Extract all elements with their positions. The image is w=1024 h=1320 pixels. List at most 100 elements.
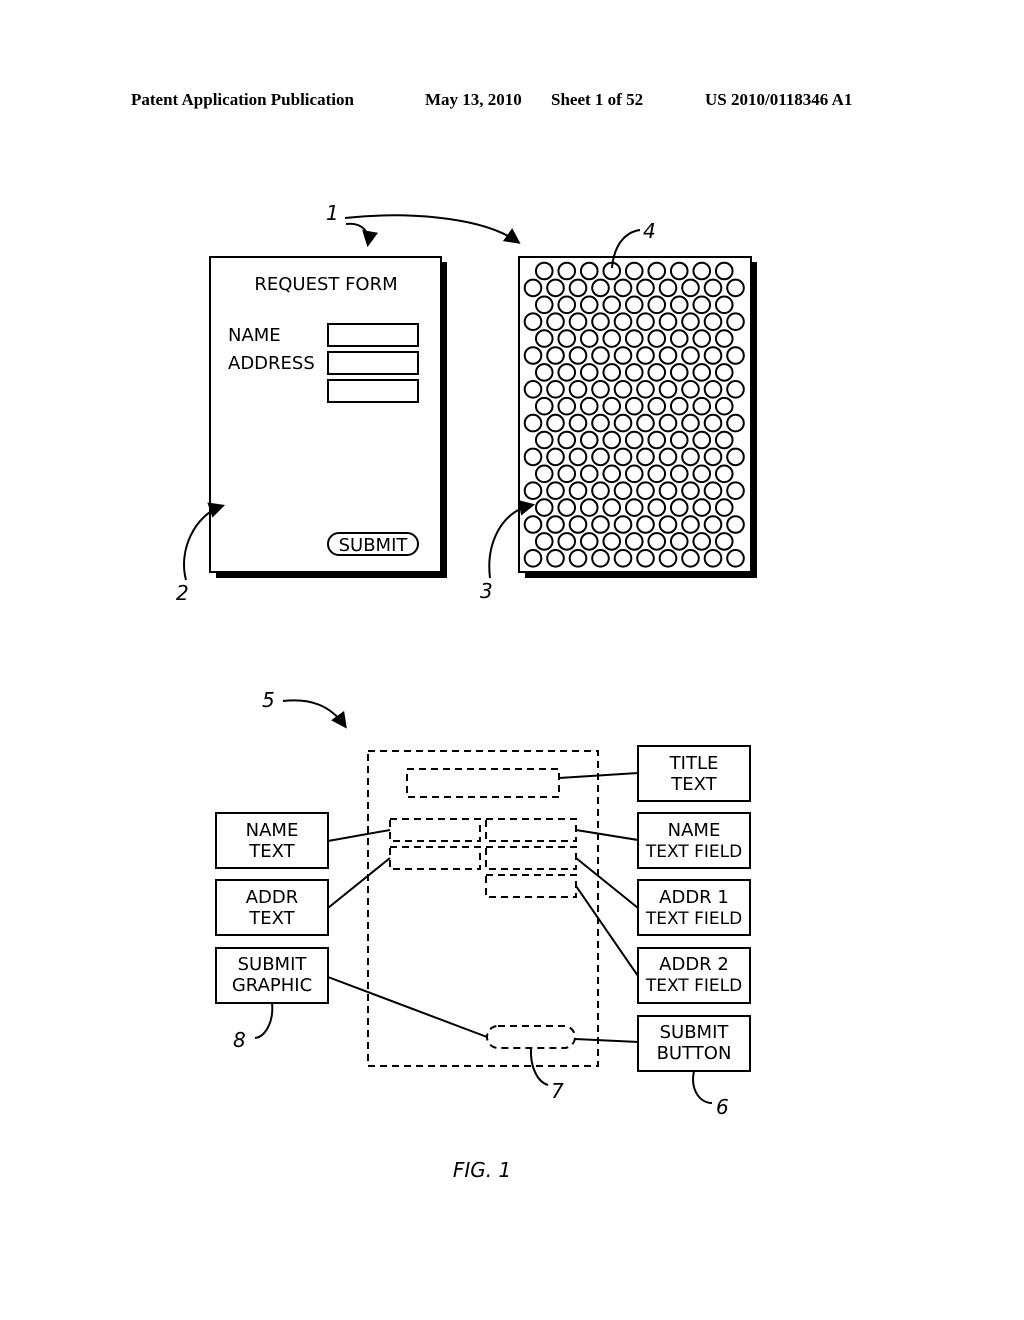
connector-name-field (575, 829, 639, 841)
coded-dot (557, 498, 577, 517)
coded-dot (681, 278, 700, 298)
coded-dot (703, 481, 723, 501)
ref-5-arrow (282, 699, 347, 729)
right-label-boxes: TITLE TEXT NAME TEXT FIELD ADDR 1 TEXT F… (637, 745, 751, 1072)
coded-dot (658, 549, 678, 568)
coded-dot (647, 430, 667, 450)
label-title-text-line2: TEXT (670, 774, 717, 795)
coded-dot (602, 430, 622, 450)
coded-dot (647, 261, 667, 281)
label-submit-graphic-line2: GRAPHIC (232, 975, 312, 996)
coded-dot (557, 363, 577, 382)
coded-dot (546, 312, 565, 332)
coded-dot (703, 346, 723, 365)
coded-dot (636, 312, 655, 332)
coded-dot (534, 329, 554, 348)
coded-dot (546, 549, 565, 568)
coded-dot (546, 380, 565, 399)
coded-dot (534, 295, 554, 315)
coded-dot (669, 261, 689, 281)
ref-label-7: 7 (551, 1079, 564, 1103)
coded-dot (591, 515, 610, 534)
coded-dot (636, 380, 655, 399)
coded-dot (602, 329, 622, 348)
coded-dot (703, 278, 723, 298)
coded-dot (647, 464, 667, 484)
coded-dot (681, 447, 700, 467)
ref-label-5: 5 (262, 688, 275, 712)
ref-label-3: 3 (480, 579, 493, 603)
coded-dot (557, 261, 577, 281)
coded-dot (681, 312, 700, 332)
label-addr2-field-line2: TEXT FIELD (645, 976, 742, 996)
coded-dot (534, 363, 554, 382)
coded-dot (714, 396, 734, 416)
coded-dot (591, 278, 610, 298)
connector-addr-text (327, 857, 391, 909)
coded-dot (692, 532, 712, 551)
form-page-sheet (209, 256, 442, 573)
coded-dot (692, 295, 712, 315)
ref-label-1: 1 (326, 201, 339, 225)
label-name-text-line2: TEXT (248, 841, 295, 862)
coded-dot (523, 380, 543, 399)
coded-dot (636, 278, 655, 298)
coded-dot (636, 549, 655, 568)
addr1-field-region (485, 846, 577, 870)
ref-label-6: 6 (716, 1095, 729, 1119)
name-field-region (485, 818, 577, 842)
coded-dot (557, 532, 577, 551)
coded-dot (579, 430, 599, 450)
coded-dot (726, 346, 745, 365)
coded-dot (669, 464, 689, 484)
coded-dot (546, 278, 565, 298)
coded-dot (703, 413, 723, 433)
coded-dot (669, 363, 689, 382)
coded-dot (726, 278, 745, 298)
coded-dot (613, 312, 633, 332)
coded-dot (546, 515, 565, 534)
connector-submit-button (574, 1038, 639, 1043)
coded-dot (602, 532, 622, 551)
coded-dot (568, 312, 588, 332)
coded-dot (692, 363, 712, 382)
coded-dot (591, 413, 610, 433)
coded-dot (726, 447, 745, 467)
coded-dot (579, 261, 599, 281)
coded-dot (703, 549, 723, 568)
coded-dot (534, 532, 554, 551)
coded-dot (681, 515, 700, 534)
coded-dot (568, 515, 588, 534)
coded-dot (523, 413, 543, 433)
coded-dot (534, 396, 554, 416)
coded-dot (591, 447, 610, 467)
name-label: NAME (228, 325, 281, 346)
coded-dot (546, 447, 565, 467)
coded-dot (703, 515, 723, 534)
layout-diagram (367, 750, 599, 1067)
ref-label-4: 4 (643, 219, 656, 243)
coded-dot (714, 464, 734, 484)
coded-dot (681, 549, 700, 568)
coded-dot (658, 380, 678, 399)
coded-dot (579, 464, 599, 484)
coded-dot (613, 380, 633, 399)
label-name-text-line1: NAME (246, 820, 299, 841)
coded-dot (703, 447, 723, 467)
label-name-field-line2: TEXT FIELD (645, 842, 742, 862)
figure-1: 1 REQUEST FORM NAME ADDRESS SUBMIT 2 4 3… (176, 201, 757, 1182)
coded-dot (568, 549, 588, 568)
label-name-field-line1: NAME (668, 820, 721, 841)
coded-dot (636, 481, 655, 501)
coded-dot (624, 261, 644, 281)
coded-dot (692, 430, 712, 450)
coded-dot (624, 363, 644, 382)
coded-dot (613, 447, 633, 467)
submit-label: SUBMIT (339, 535, 409, 556)
coded-dot (726, 413, 745, 433)
coded-dot (692, 329, 712, 348)
coded-dot (523, 346, 543, 365)
coded-dot (681, 413, 700, 433)
coded-dot (613, 481, 633, 501)
coded-dot (579, 329, 599, 348)
